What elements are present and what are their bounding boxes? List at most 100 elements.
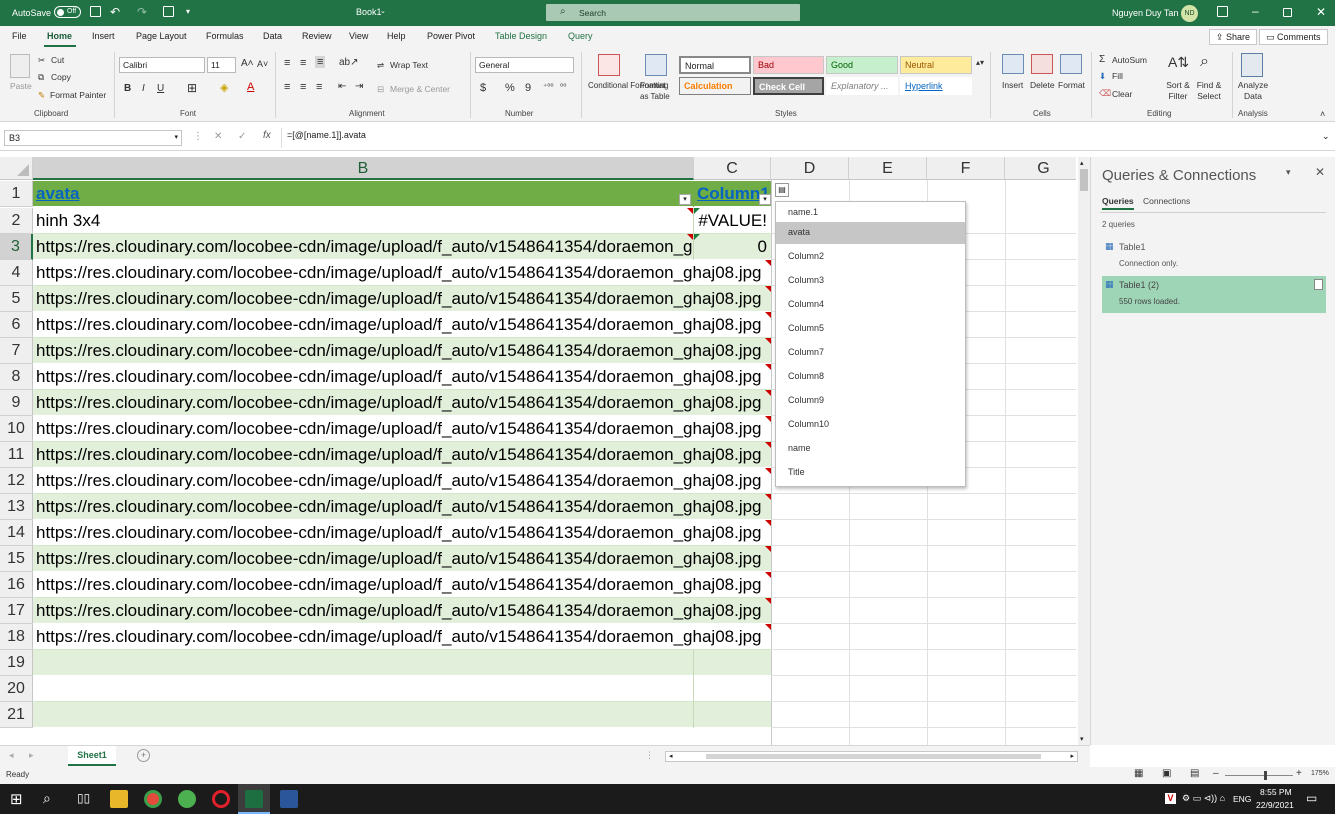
style-hyperlink[interactable]: Hyperlink [900,77,972,95]
align-bottom-icon[interactable]: ≡ [315,56,326,68]
cell-b[interactable]: https://res.cloudinary.com/locobee-cdn/i… [36,601,774,621]
taskbar-search-icon[interactable]: ⌕ [43,790,51,807]
sort-filter-button[interactable]: Sort & Filter [1162,80,1194,102]
pane-options-icon[interactable]: ▾ [1286,167,1291,178]
style-explanatory[interactable]: Explanatory ... [826,77,898,95]
cell-b[interactable]: https://res.cloudinary.com/locobee-cdn/i… [36,341,774,361]
cell-b[interactable]: https://res.cloudinary.com/locobee-cdn/i… [36,627,774,647]
column-header-e[interactable]: E [849,157,927,180]
add-sheet-icon[interactable]: + [137,749,150,762]
cell-b[interactable]: https://res.cloudinary.com/locobee-cdn/i… [36,523,774,543]
error-indicator-icon[interactable] [765,468,771,474]
sheet-splitter-icon[interactable]: ⋮ [645,750,654,761]
fill-button[interactable]: Fill [1112,71,1123,81]
notification-icon[interactable]: ▭ [1306,791,1317,805]
search-box[interactable]: ⌕ Search [546,4,800,21]
number-format-select[interactable]: General [475,57,574,73]
windows-start-icon[interactable]: ⊞ [10,790,23,808]
tab-home[interactable]: Home [47,31,72,41]
close-icon[interactable]: ✕ [1316,5,1326,19]
row-header[interactable]: 5 [0,286,33,312]
cell-b[interactable]: https://res.cloudinary.com/locobee-cdn/i… [36,575,774,595]
tab-query[interactable]: Query [568,31,593,41]
header-cell-column1[interactable]: Column1 [697,184,767,204]
increase-decimal-icon[interactable]: ⁺⁰⁰ [543,82,554,91]
column-header-f[interactable]: F [927,157,1005,180]
avatar[interactable]: ND [1181,5,1198,22]
row-header[interactable]: 9 [0,390,33,416]
orientation-icon[interactable]: ab↗ [339,57,359,68]
row-header[interactable]: 12 [0,468,33,494]
autocomplete-item[interactable]: Column4 [776,294,965,316]
cell-b[interactable]: https://res.cloudinary.com/locobee-cdn/i… [36,237,692,257]
cell-b[interactable]: hinh 3x4 [36,211,692,231]
decrease-indent-icon[interactable]: ⇤ [338,81,346,92]
scroll-down-icon[interactable]: ▾ [1080,735,1084,743]
clock-date[interactable]: 22/9/2021 [1256,800,1294,810]
autocomplete-item[interactable]: Column9 [776,390,965,412]
refresh-query-icon[interactable] [1314,279,1323,290]
align-top-icon[interactable]: ≡ [284,57,290,69]
error-indicator-icon[interactable] [687,234,693,240]
expand-formula-icon[interactable]: ⌄ [1322,131,1330,142]
tab-formulas[interactable]: Formulas [206,31,244,41]
merge-center-button[interactable]: Merge & Center [390,84,450,94]
find-select-button[interactable]: Find & Select [1193,80,1225,102]
style-normal[interactable]: Normal [679,56,751,74]
file-explorer-icon[interactable] [110,790,128,808]
next-sheet-icon[interactable]: ▸ [29,750,34,761]
percent-icon[interactable]: % [505,82,515,94]
format-painter-button[interactable]: Format Painter [50,90,106,100]
error-indicator-icon[interactable] [765,624,771,630]
scroll-thumb[interactable] [1080,169,1088,191]
fill-color-icon[interactable]: ◈ [220,81,228,94]
cell-b[interactable]: https://res.cloudinary.com/locobee-cdn/i… [36,367,774,387]
excel-taskbar-button[interactable] [238,784,270,814]
row-header[interactable]: 11 [0,442,33,468]
tab-review[interactable]: Review [302,31,332,41]
autocomplete-item[interactable]: Column2 [776,246,965,268]
formula-input[interactable]: =[@[name.1]].avata [287,130,366,140]
formula-options-icon[interactable]: ⋮ [193,131,203,142]
normal-view-icon[interactable]: ▦ [1134,768,1143,779]
error-indicator-icon[interactable] [765,546,771,552]
clear-button[interactable]: Clear [1112,89,1132,99]
title-chevron-icon[interactable]: ⌄ [380,7,386,15]
cell-b[interactable]: https://res.cloudinary.com/locobee-cdn/i… [36,393,774,413]
page-layout-view-icon[interactable]: ▣ [1162,768,1171,779]
row-header[interactable]: 13 [0,494,33,520]
tab-page-layout[interactable]: Page Layout [136,31,187,41]
style-calculation[interactable]: Calculation [679,77,751,95]
prev-sheet-icon[interactable]: ◂ [9,750,14,761]
tab-data[interactable]: Data [263,31,282,41]
row-header[interactable]: 6 [0,312,33,338]
tab-power-pivot[interactable]: Power Pivot [427,31,475,41]
row-header[interactable]: 10 [0,416,33,442]
error-indicator-icon[interactable] [765,416,771,422]
decrease-decimal-icon[interactable]: ⁰⁰ [560,82,566,91]
error-indicator-icon[interactable] [765,494,771,500]
task-view-icon[interactable]: ▯▯ [77,791,90,805]
wrap-text-button[interactable]: Wrap Text [390,60,428,70]
cell-b[interactable]: https://res.cloudinary.com/locobee-cdn/i… [36,289,774,309]
scroll-left-icon[interactable]: ◂ [669,752,673,760]
autocomplete-item[interactable]: Column8 [776,366,965,388]
h-scroll-thumb[interactable] [706,754,1041,759]
error-indicator-icon[interactable] [765,520,771,526]
zoom-slider[interactable] [1225,775,1293,776]
enter-formula-icon[interactable]: ✓ [238,131,246,142]
italic-icon[interactable]: I [142,83,145,94]
zoom-out-icon[interactable]: – [1213,768,1219,779]
analyze-data-button[interactable]: Analyze Data [1236,80,1270,102]
row-header[interactable]: 16 [0,572,33,598]
insert-function-icon[interactable]: fx [263,130,271,141]
filter-dropdown-icon[interactable]: ▾ [759,194,771,205]
cell-c[interactable]: #VALUE! [698,211,767,231]
autocorrect-options-icon[interactable]: ▤ [775,183,789,197]
row-header[interactable]: 3 [0,234,33,260]
cell-b[interactable]: https://res.cloudinary.com/locobee-cdn/i… [36,263,774,283]
autocomplete-item[interactable]: Title [776,462,965,484]
paste-icon[interactable] [10,54,30,78]
style-good[interactable]: Good [826,56,898,74]
cancel-formula-icon[interactable]: ✕ [214,131,222,142]
